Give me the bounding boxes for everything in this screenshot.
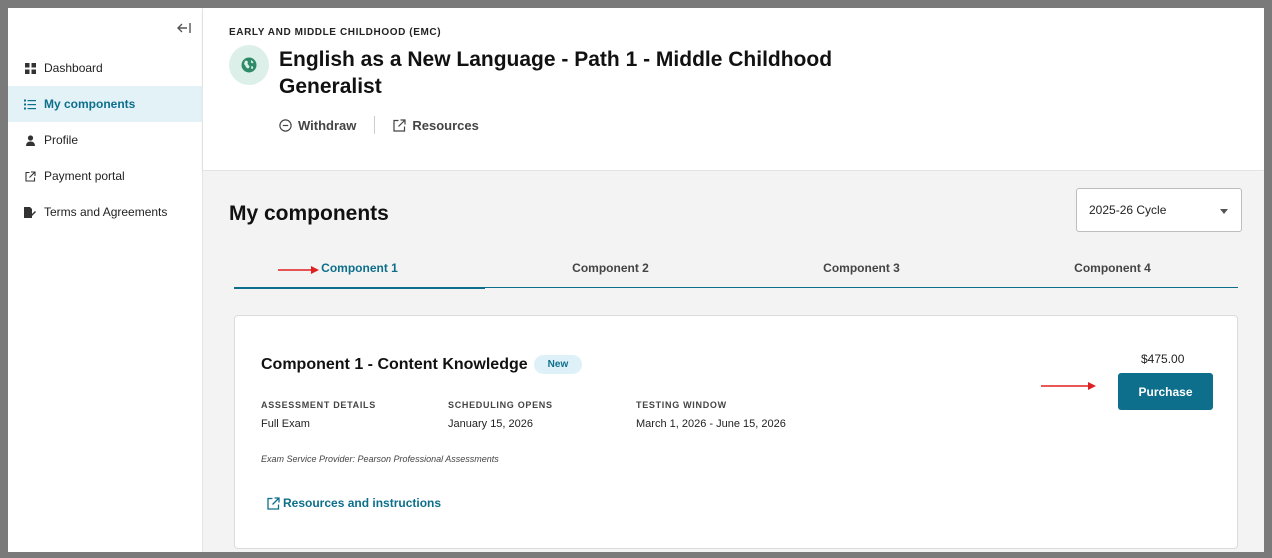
sidebar-item-my-components[interactable]: My components: [8, 86, 203, 122]
list-icon: [24, 98, 36, 110]
assessment-details: ASSESSMENT DETAILS Full Exam: [261, 400, 376, 430]
sidebar-item-dashboard[interactable]: Dashboard: [8, 50, 203, 86]
main-content: My components 2025-26 Cycle Component 1 …: [203, 172, 1264, 552]
resources-button[interactable]: Resources: [393, 117, 479, 133]
app-window: Dashboard My components Profile Payment …: [8, 8, 1264, 552]
document-sign-icon: [24, 206, 36, 218]
sidebar-item-label: My components: [44, 97, 136, 111]
header-actions: Withdraw Resources: [279, 116, 479, 134]
annotation-arrow-tab: [278, 266, 319, 274]
sidebar-item-label: Payment portal: [44, 169, 125, 183]
cycle-select-value: 2025-26 Cycle: [1089, 203, 1167, 217]
external-link-icon: [393, 118, 406, 132]
tab-component-4[interactable]: Component 4: [987, 256, 1238, 287]
tab-component-3[interactable]: Component 3: [736, 256, 987, 287]
tab-component-2[interactable]: Component 2: [485, 256, 736, 287]
page-title: English as a New Language - Path 1 - Mid…: [279, 48, 833, 98]
sidebar-item-terms[interactable]: Terms and Agreements: [8, 194, 203, 230]
globe-icon: [229, 45, 269, 85]
component-card: Component 1 - Content Knowledge New ASSE…: [234, 315, 1238, 549]
detail-value: January 15, 2026: [448, 418, 534, 430]
detail-value: March 1, 2026 - June 15, 2026: [636, 418, 786, 430]
testing-window: TESTING WINDOW March 1, 2026 - June 15, …: [636, 400, 786, 430]
component-price: $475.00: [1141, 352, 1185, 366]
detail-label: ASSESSMENT DETAILS: [261, 400, 376, 410]
withdraw-button[interactable]: Withdraw: [279, 118, 356, 133]
section-title: My components: [229, 202, 389, 225]
sidebar-item-profile[interactable]: Profile: [8, 122, 203, 158]
purchase-button[interactable]: Purchase: [1118, 373, 1213, 410]
resources-instructions-label: Resources and instructions: [283, 496, 442, 510]
person-icon: [24, 134, 36, 146]
cycle-select[interactable]: 2025-26 Cycle: [1076, 188, 1242, 232]
collapse-sidebar-icon[interactable]: [176, 22, 192, 36]
grid-icon: [24, 62, 36, 74]
resources-label: Resources: [412, 117, 479, 133]
action-divider: [374, 116, 376, 134]
detail-label: TESTING WINDOW: [636, 400, 727, 410]
sidebar-nav: Dashboard My components Profile Payment …: [8, 50, 203, 230]
new-badge: New: [533, 355, 583, 374]
withdraw-label: Withdraw: [298, 117, 357, 133]
sidebar: Dashboard My components Profile Payment …: [8, 8, 203, 552]
annotation-arrow-purchase: [1041, 382, 1096, 390]
chevron-down-icon: [1220, 209, 1228, 214]
program-category: EARLY AND MIDDLE CHILDHOOD (EMC): [229, 27, 442, 38]
external-link-icon: [267, 496, 280, 510]
exam-provider: Exam Service Provider: Pearson Professio…: [261, 454, 499, 464]
component-name: Component 1 - Content Knowledge: [261, 355, 528, 373]
external-link-icon: [24, 170, 36, 182]
detail-value: Full Exam: [261, 418, 310, 430]
resources-instructions-link[interactable]: Resources and instructions: [267, 496, 441, 510]
component-title: Component 1 - Content Knowledge New: [261, 355, 583, 374]
scheduling-opens: SCHEDULING OPENS January 15, 2026: [448, 400, 553, 430]
sidebar-item-payment-portal[interactable]: Payment portal: [8, 158, 203, 194]
detail-label: SCHEDULING OPENS: [448, 400, 553, 410]
sidebar-item-label: Profile: [44, 133, 79, 147]
component-tabs: Component 1 Component 2 Component 3 Comp…: [234, 256, 1238, 289]
sidebar-item-label: Terms and Agreements: [44, 205, 168, 219]
tab-component-1[interactable]: Component 1: [234, 256, 485, 289]
sidebar-item-label: Dashboard: [44, 61, 103, 75]
page-header: EARLY AND MIDDLE CHILDHOOD (EMC) English…: [203, 8, 1264, 171]
minus-circle-icon: [279, 118, 292, 132]
